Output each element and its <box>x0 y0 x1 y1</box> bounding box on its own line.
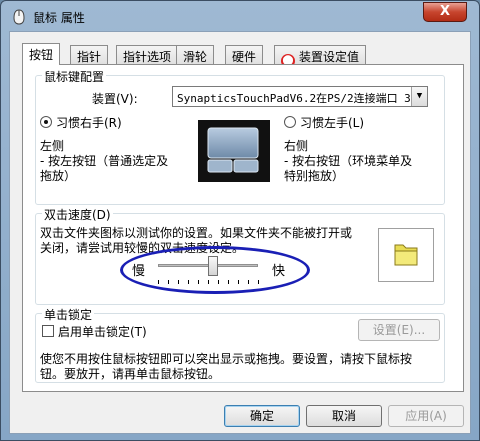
tab-label: 指针 <box>77 50 102 64</box>
group-title: 单击锁定 <box>42 306 95 323</box>
click-lock-group: 单击锁定 启用单击锁定(T) 设置(E)... 使您不用按住鼠标按钮即可以突出显… <box>35 306 445 383</box>
right-hand-label[interactable]: 习惯右手(R) <box>56 114 122 131</box>
click-lock-label[interactable]: 启用单击锁定(T) <box>58 323 147 340</box>
tab-label: 按钮 <box>29 48 54 62</box>
window-title: 鼠标 属性 <box>33 11 85 25</box>
tab-pointers[interactable]: 指针 <box>70 45 109 64</box>
tab-buttons[interactable]: 按钮 <box>22 43 61 65</box>
click-lock-desc: 钮。要放开，请再单击鼠标按钮。 <box>40 367 221 381</box>
tab-pointer-options[interactable]: 指针选项 <box>116 45 179 64</box>
apply-button[interactable]: 应用(A) <box>388 405 464 427</box>
touchpad-image <box>198 120 270 182</box>
mouse-icon <box>11 9 27 25</box>
dialog-client-area: 按钮 指针 指针选项 滑轮 硬件 ⬤ 装置设定值 鼠标键配置 装置(V): Syn… <box>9 31 471 434</box>
left-hand-label[interactable]: 习惯左手(L) <box>300 114 364 131</box>
button-config-group: 鼠标键配置 装置(V): SynapticsTouchPadV6.2在PS/2连… <box>35 68 445 205</box>
mouse-properties-window: 鼠标 属性 X 按钮 指针 指针选项 滑轮 硬件 ⬤ 装置设定值 鼠标键配置 装置… <box>0 0 480 441</box>
chevron-down-icon[interactable]: ▼ <box>411 87 427 106</box>
cancel-button[interactable]: 取消 <box>306 405 382 427</box>
group-title: 鼠标键配置 <box>42 68 107 85</box>
device-label: 装置(V): <box>92 92 138 106</box>
tab-label: 指针选项 <box>123 50 172 64</box>
device-select[interactable]: SynapticsTouchPadV6.2在PS/2连接端口 3 ▼ <box>172 86 428 107</box>
annotation-ellipse <box>120 246 310 294</box>
tab-hardware[interactable]: 硬件 <box>225 45 264 64</box>
left-hand-radio[interactable] <box>284 116 296 128</box>
double-click-group: 双击速度(D) 双击文件夹图标以测试你的设置。如果文件夹不能被打开或 关闭，请尝… <box>35 206 445 305</box>
close-icon: X <box>439 4 451 19</box>
close-button[interactable]: X <box>423 2 467 22</box>
folder-icon[interactable] <box>379 244 433 284</box>
left-side-desc: 拖放） <box>40 169 77 183</box>
click-lock-checkbox[interactable] <box>42 325 54 337</box>
right-hand-radio[interactable] <box>40 116 52 128</box>
test-folder-area[interactable] <box>378 228 434 282</box>
right-side-desc: 特别拖放） <box>284 169 345 183</box>
buttons-tab-panel: 鼠标键配置 装置(V): SynapticsTouchPadV6.2在PS/2连… <box>22 64 464 392</box>
tab-device-settings[interactable]: ⬤ 装置设定值 <box>274 45 367 68</box>
tab-label: 滑轮 <box>183 50 208 64</box>
title-bar[interactable]: 鼠标 属性 X <box>1 1 479 31</box>
tab-wheel[interactable]: 滑轮 <box>176 45 215 64</box>
click-lock-settings-button[interactable]: 设置(E)... <box>358 319 440 341</box>
tab-label: 硬件 <box>232 50 257 64</box>
ok-button[interactable]: 确定 <box>224 405 300 427</box>
device-select-value: SynapticsTouchPadV6.2在PS/2连接端口 3 <box>177 92 411 105</box>
tab-label: 装置设定值 <box>299 50 360 64</box>
group-title: 双击速度(D) <box>42 206 113 223</box>
